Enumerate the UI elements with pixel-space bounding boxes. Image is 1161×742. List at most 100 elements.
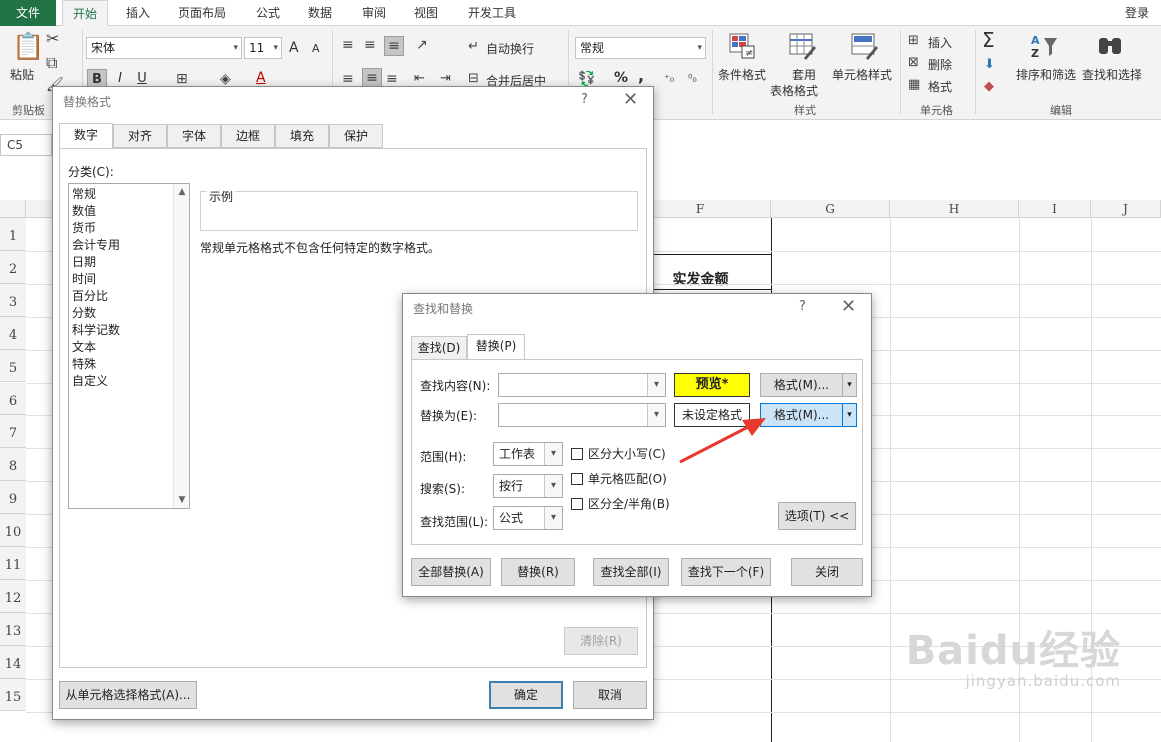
replace-with-input[interactable]: ▾ bbox=[498, 403, 666, 427]
tab-find[interactable]: 查找(D) bbox=[411, 336, 467, 360]
row-header[interactable]: 13 bbox=[0, 612, 26, 646]
scope-select[interactable]: 工作表 ▾ bbox=[493, 442, 563, 466]
match-entire-cell-checkbox[interactable]: 单元格匹配(O) bbox=[571, 470, 667, 487]
tab-developer[interactable]: 开发工具 bbox=[458, 0, 526, 26]
row-header[interactable]: 5 bbox=[0, 349, 26, 383]
autosum-button[interactable]: Σ bbox=[982, 28, 995, 52]
category-item[interactable]: 时间 bbox=[72, 271, 96, 288]
category-item[interactable]: 日期 bbox=[72, 254, 96, 271]
choose-format-from-cell-button[interactable]: 从单元格选择格式(A)... bbox=[59, 681, 197, 709]
row-header[interactable]: 9 bbox=[0, 481, 26, 515]
chevron-down-icon[interactable]: ▾ bbox=[647, 374, 665, 396]
grow-font-button[interactable]: A bbox=[289, 40, 299, 56]
column-header-h[interactable]: H bbox=[890, 200, 1019, 218]
format-as-table-label-1[interactable]: 套用 bbox=[792, 66, 816, 83]
wrap-text-icon[interactable]: ↵ bbox=[468, 38, 479, 56]
ok-button[interactable]: 确定 bbox=[489, 681, 563, 709]
tab-font[interactable]: 字体 bbox=[167, 124, 221, 148]
tab-view[interactable]: 视图 bbox=[404, 0, 448, 26]
percent-button[interactable]: % bbox=[614, 70, 628, 86]
close-icon[interactable]: ✕ bbox=[623, 91, 638, 109]
format-cells-icon[interactable]: ▦ bbox=[908, 76, 920, 94]
find-select-icon[interactable] bbox=[1096, 32, 1124, 60]
chevron-down-icon[interactable]: ▾ bbox=[544, 443, 562, 465]
font-name-box[interactable]: 宋体 ▾ bbox=[86, 37, 242, 59]
decrease-decimal-icon[interactable]: ⁰₀ bbox=[688, 70, 697, 88]
insert-cells-icon[interactable]: ⊞ bbox=[908, 32, 919, 50]
search-select[interactable]: 按行 ▾ bbox=[493, 474, 563, 498]
tab-review[interactable]: 审阅 bbox=[352, 0, 396, 26]
row-header[interactable]: 7 bbox=[0, 415, 26, 449]
shrink-font-button[interactable]: A bbox=[312, 42, 320, 55]
row-header[interactable]: 8 bbox=[0, 448, 26, 482]
fill-icon[interactable]: ⬇ bbox=[984, 56, 995, 74]
insert-cells-button[interactable]: 插入 bbox=[928, 34, 952, 51]
copy-icon[interactable]: ⧉ bbox=[46, 54, 57, 72]
chevron-down-icon[interactable]: ▾ bbox=[544, 475, 562, 497]
row-header[interactable]: 15 bbox=[0, 678, 26, 712]
column-header-i[interactable]: I bbox=[1019, 200, 1091, 218]
cancel-button[interactable]: 取消 bbox=[573, 681, 647, 709]
tab-number[interactable]: 数字 bbox=[59, 123, 113, 149]
category-item[interactable]: 货币 bbox=[72, 220, 96, 237]
sort-filter-icon[interactable]: AZ bbox=[1030, 32, 1058, 60]
tab-protection[interactable]: 保护 bbox=[329, 124, 383, 148]
category-list[interactable]: 常规 数值 货币 会计专用 日期 时间 百分比 分数 科学记数 文本 特殊 自定义 ▲ ▼ bbox=[68, 183, 190, 509]
increase-decimal-icon[interactable]: ⁺₀ bbox=[664, 70, 674, 88]
align-center-icon[interactable]: ≡ bbox=[362, 68, 382, 88]
category-item[interactable]: 自定义 bbox=[72, 373, 108, 390]
chevron-down-icon[interactable]: ▾ bbox=[647, 404, 665, 426]
scroll-up-icon[interactable]: ▲ bbox=[174, 184, 190, 200]
tab-home[interactable]: 开始 bbox=[62, 0, 109, 27]
row-header[interactable]: 12 bbox=[0, 579, 26, 613]
cell-styles-button[interactable]: 单元格样式 bbox=[832, 66, 892, 83]
comma-button[interactable]: , bbox=[638, 66, 644, 85]
login-link[interactable]: 登录 bbox=[1125, 0, 1149, 26]
format-as-table-icon[interactable] bbox=[788, 32, 816, 60]
look-in-select[interactable]: 公式 ▾ bbox=[493, 506, 563, 530]
chevron-down-icon[interactable]: ▾ bbox=[842, 404, 856, 426]
chevron-down-icon[interactable]: ▾ bbox=[842, 374, 856, 396]
row-header[interactable]: 11 bbox=[0, 547, 26, 580]
format-as-table-label-2[interactable]: 表格格式 bbox=[770, 82, 818, 99]
find-all-button[interactable]: 查找全部(I) bbox=[593, 558, 669, 586]
delete-cells-button[interactable]: 删除 bbox=[928, 56, 952, 73]
find-what-input[interactable]: ▾ bbox=[498, 373, 666, 397]
number-format-box[interactable]: 常规 ▾ bbox=[575, 37, 706, 59]
column-header-j[interactable]: J bbox=[1091, 200, 1161, 218]
replace-button[interactable]: 替换(R) bbox=[501, 558, 575, 586]
close-button[interactable]: 关闭 bbox=[791, 558, 863, 586]
category-item[interactable]: 百分比 bbox=[72, 288, 108, 305]
category-item[interactable]: 特殊 bbox=[72, 356, 96, 373]
row-header[interactable]: 4 bbox=[0, 316, 26, 350]
category-item[interactable]: 文本 bbox=[72, 339, 96, 356]
tab-border[interactable]: 边框 bbox=[221, 124, 275, 148]
help-icon[interactable]: ? bbox=[799, 299, 806, 314]
category-item[interactable]: 科学记数 bbox=[72, 322, 120, 339]
wrap-text-button[interactable]: 自动换行 bbox=[486, 40, 534, 57]
match-case-checkbox[interactable]: 区分大小写(C) bbox=[571, 445, 666, 462]
category-item[interactable]: 分数 bbox=[72, 305, 96, 322]
row-header[interactable]: 14 bbox=[0, 645, 26, 679]
category-item[interactable]: 常规 bbox=[72, 186, 96, 203]
help-icon[interactable]: ? bbox=[581, 92, 588, 107]
name-box[interactable]: C5 bbox=[0, 134, 52, 156]
scroll-down-icon[interactable]: ▼ bbox=[174, 492, 190, 508]
paste-label[interactable]: 粘贴 bbox=[10, 66, 34, 83]
file-tab[interactable]: 文件 bbox=[0, 0, 56, 26]
tab-insert[interactable]: 插入 bbox=[116, 0, 160, 26]
row-header[interactable]: 6 bbox=[0, 382, 26, 416]
tab-formulas[interactable]: 公式 bbox=[246, 0, 290, 26]
cell-styles-icon[interactable] bbox=[850, 32, 878, 60]
column-header-g[interactable]: G bbox=[771, 200, 890, 218]
replace-all-button[interactable]: 全部替换(A) bbox=[411, 558, 491, 586]
category-scrollbar[interactable]: ▲ ▼ bbox=[173, 184, 189, 508]
delete-cells-icon[interactable]: ⊠ bbox=[908, 54, 919, 72]
select-all-corner[interactable] bbox=[0, 200, 26, 218]
clear-icon[interactable]: ◆ bbox=[984, 78, 994, 96]
category-item[interactable]: 会计专用 bbox=[72, 237, 120, 254]
row-header[interactable]: 3 bbox=[0, 283, 26, 317]
conditional-format-icon[interactable]: ≠ bbox=[728, 32, 756, 60]
find-next-button[interactable]: 查找下一个(F) bbox=[681, 558, 771, 586]
match-width-checkbox[interactable]: 区分全/半角(B) bbox=[571, 495, 670, 512]
